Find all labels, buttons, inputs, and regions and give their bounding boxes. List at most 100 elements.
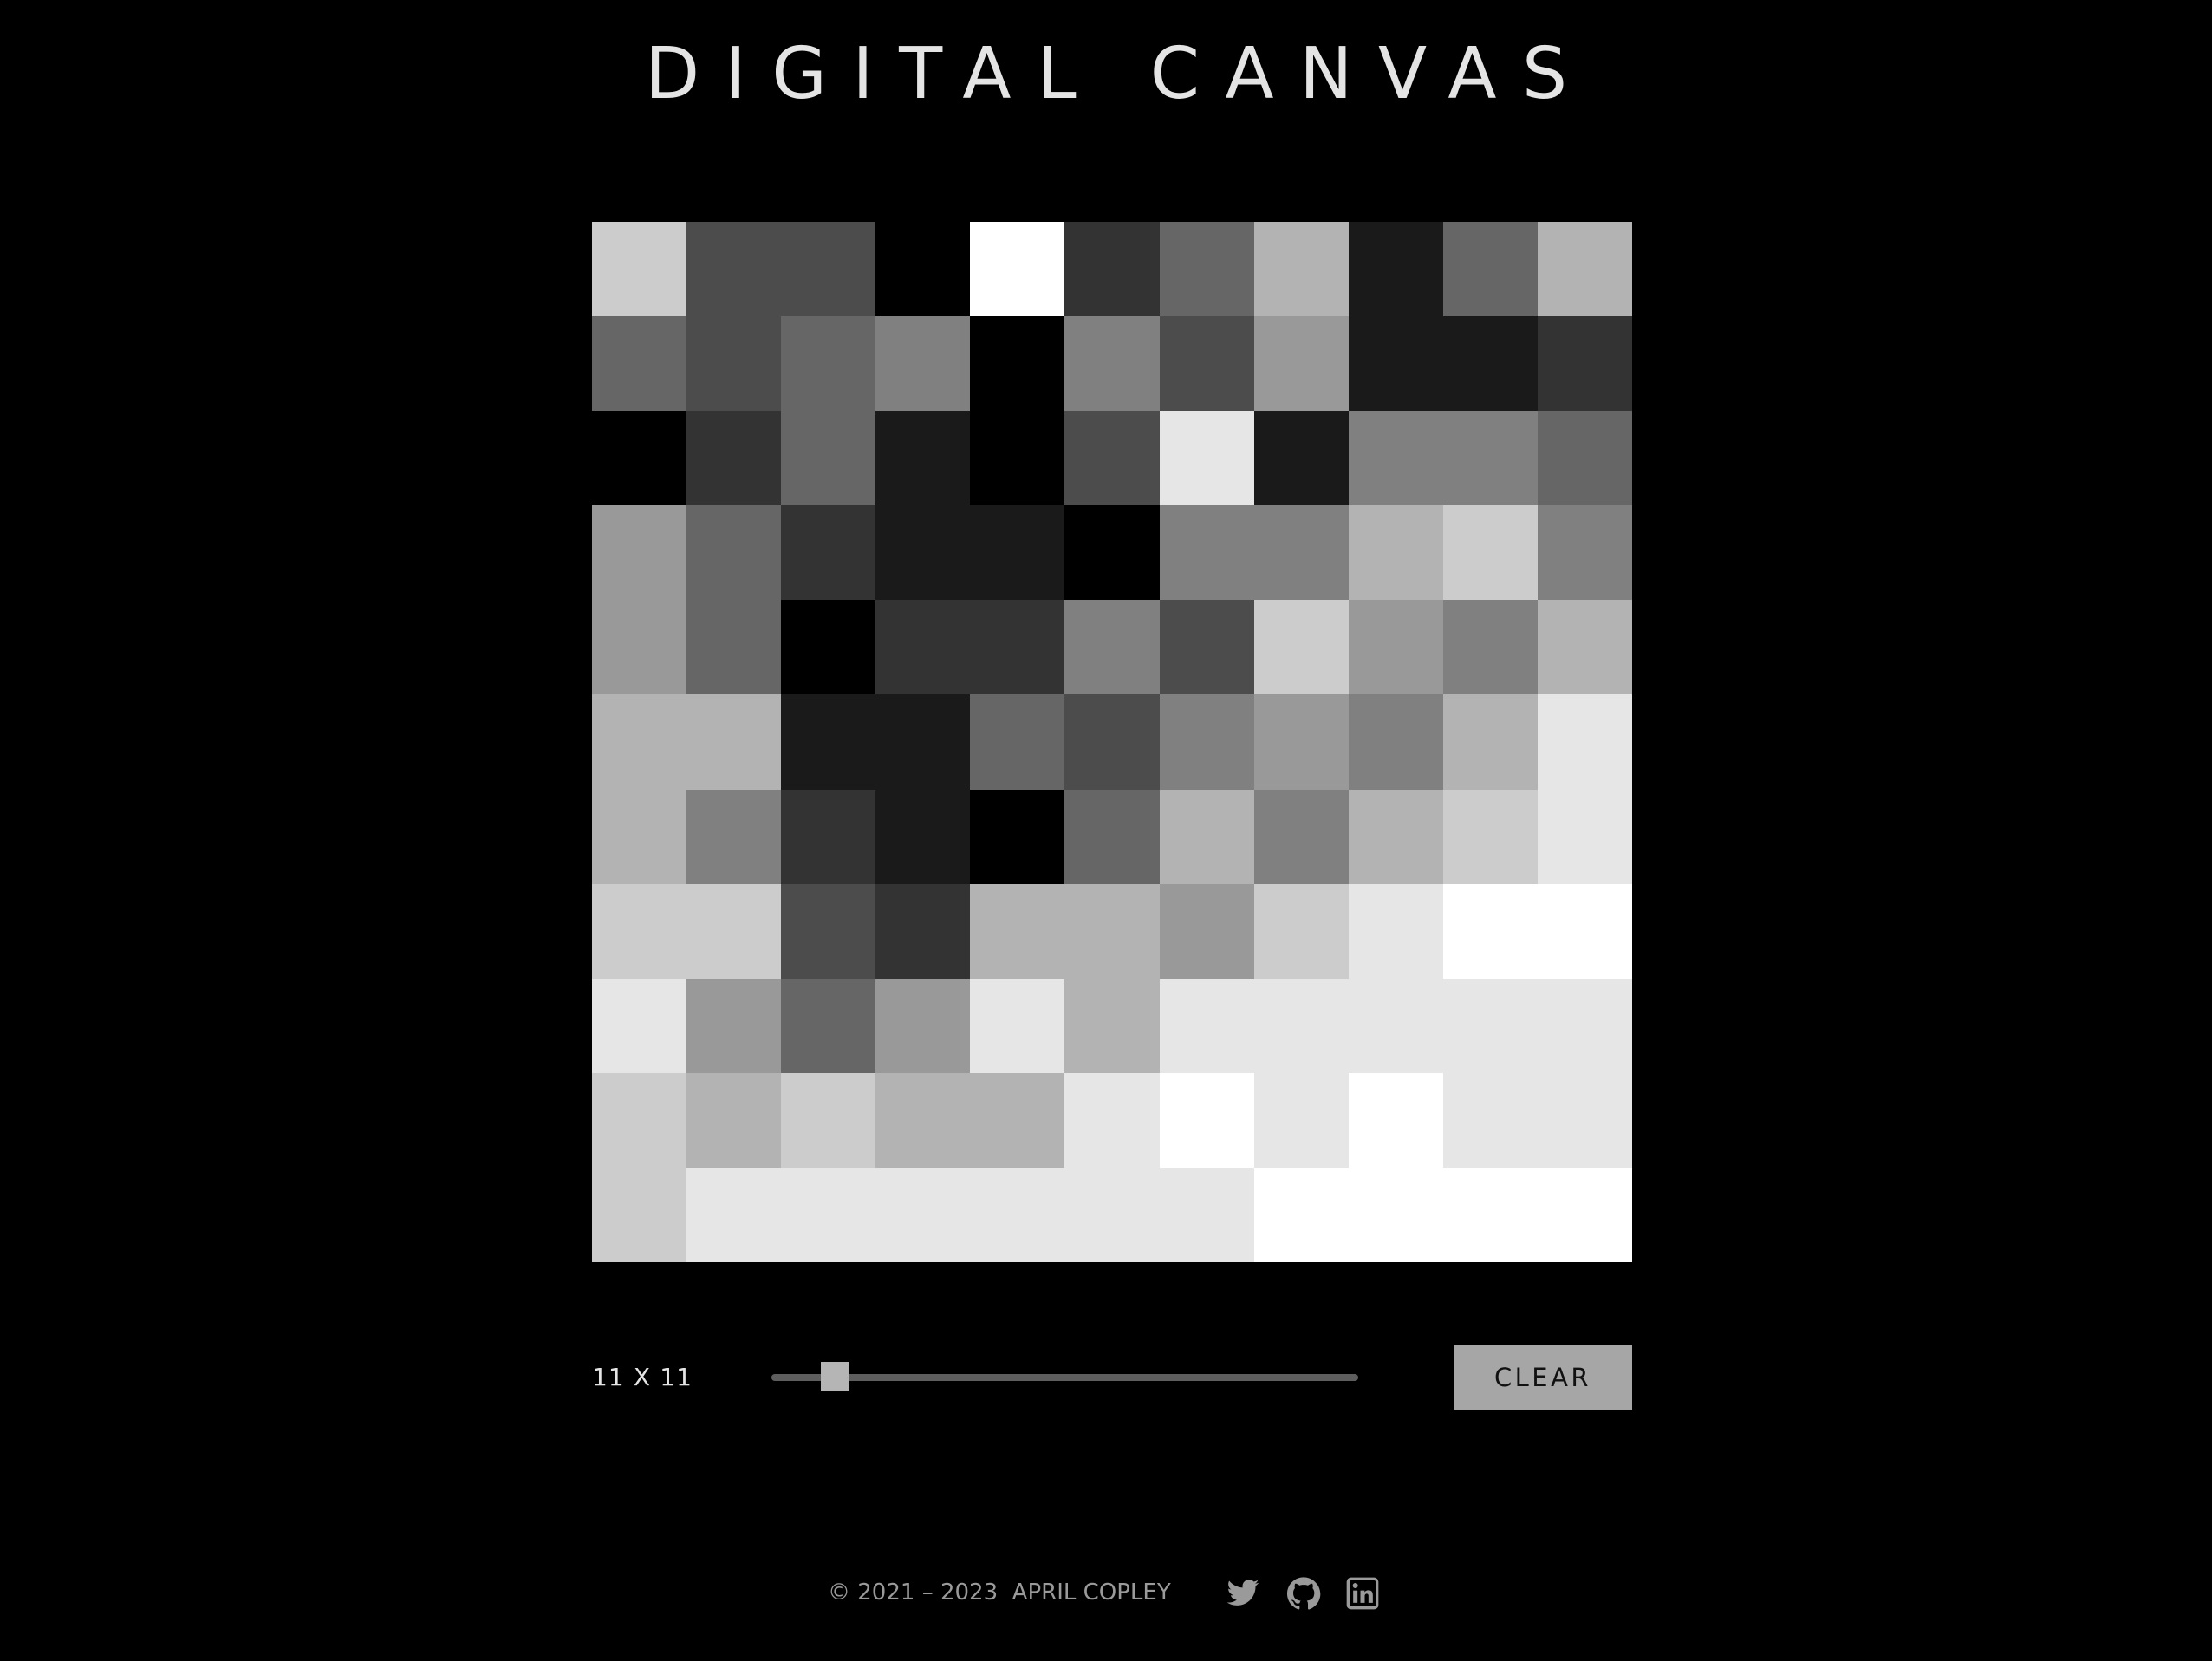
canvas-cell[interactable] (970, 789, 1065, 884)
canvas-cell[interactable] (781, 411, 876, 506)
canvas-cell[interactable] (781, 1167, 876, 1262)
canvas-cell[interactable] (592, 694, 687, 790)
canvas-cell[interactable] (1253, 694, 1349, 790)
canvas-cell[interactable] (1064, 505, 1160, 601)
canvas-cell[interactable] (1253, 222, 1349, 317)
canvas-cell[interactable] (970, 1072, 1065, 1168)
twitter-link[interactable] (1226, 1576, 1260, 1611)
canvas-cell[interactable] (1442, 978, 1538, 1073)
canvas-cell[interactable] (875, 222, 971, 317)
canvas-cell[interactable] (592, 222, 687, 317)
canvas-cell[interactable] (970, 600, 1065, 695)
canvas-cell[interactable] (686, 978, 782, 1073)
canvas-cell[interactable] (1442, 316, 1538, 412)
canvas-cell[interactable] (592, 505, 687, 601)
canvas-cell[interactable] (1348, 1167, 1443, 1262)
canvas-cell[interactable] (1348, 883, 1443, 979)
canvas-cell[interactable] (1442, 694, 1538, 790)
canvas-cell[interactable] (781, 978, 876, 1073)
canvas-cell[interactable] (1537, 1167, 1632, 1262)
canvas-cell[interactable] (970, 978, 1065, 1073)
canvas-cell[interactable] (592, 600, 687, 695)
canvas-cell[interactable] (686, 411, 782, 506)
canvas-cell[interactable] (970, 1167, 1065, 1262)
canvas-cell[interactable] (1253, 789, 1349, 884)
canvas-cell[interactable] (686, 600, 782, 695)
canvas-cell[interactable] (1253, 1072, 1349, 1168)
canvas-cell[interactable] (1442, 505, 1538, 601)
canvas-cell[interactable] (970, 316, 1065, 412)
canvas-cell[interactable] (1348, 316, 1443, 412)
canvas-cell[interactable] (1159, 505, 1254, 601)
canvas-cell[interactable] (781, 222, 876, 317)
canvas-cell[interactable] (875, 1167, 971, 1262)
canvas-cell[interactable] (1537, 411, 1632, 506)
canvas-cell[interactable] (875, 978, 971, 1073)
canvas-cell[interactable] (1442, 1167, 1538, 1262)
canvas-cell[interactable] (1537, 694, 1632, 790)
canvas-cell[interactable] (970, 883, 1065, 979)
canvas-cell[interactable] (1253, 505, 1349, 601)
canvas-cell[interactable] (1064, 978, 1160, 1073)
drawing-canvas[interactable] (592, 222, 1632, 1262)
canvas-cell[interactable] (592, 411, 687, 506)
canvas-cell[interactable] (1253, 411, 1349, 506)
canvas-cell[interactable] (592, 789, 687, 884)
canvas-cell[interactable] (1348, 978, 1443, 1073)
canvas-cell[interactable] (1064, 600, 1160, 695)
canvas-cell[interactable] (781, 789, 876, 884)
canvas-cell[interactable] (781, 505, 876, 601)
canvas-cell[interactable] (1253, 600, 1349, 695)
canvas-cell[interactable] (1442, 883, 1538, 979)
grid-size-slider[interactable] (771, 1360, 1358, 1395)
canvas-cell[interactable] (1064, 1072, 1160, 1168)
canvas-cell[interactable] (1253, 316, 1349, 412)
canvas-cell[interactable] (1159, 694, 1254, 790)
slider-thumb[interactable] (821, 1362, 849, 1391)
canvas-cell[interactable] (1159, 316, 1254, 412)
canvas-cell[interactable] (875, 1072, 971, 1168)
canvas-cell[interactable] (970, 505, 1065, 601)
canvas-cell[interactable] (1348, 411, 1443, 506)
canvas-cell[interactable] (1064, 1167, 1160, 1262)
canvas-cell[interactable] (1348, 789, 1443, 884)
canvas-cell[interactable] (1442, 789, 1538, 884)
canvas-cell[interactable] (875, 600, 971, 695)
canvas-cell[interactable] (1442, 600, 1538, 695)
canvas-cell[interactable] (1442, 1072, 1538, 1168)
canvas-cell[interactable] (1064, 222, 1160, 317)
canvas-cell[interactable] (781, 316, 876, 412)
canvas-cell[interactable] (781, 1072, 876, 1168)
github-link[interactable] (1286, 1576, 1321, 1611)
linkedin-link[interactable] (1345, 1576, 1380, 1611)
canvas-cell[interactable] (686, 883, 782, 979)
canvas-cell[interactable] (1348, 1072, 1443, 1168)
canvas-cell[interactable] (781, 694, 876, 790)
canvas-cell[interactable] (592, 1072, 687, 1168)
canvas-cell[interactable] (1537, 978, 1632, 1073)
canvas-cell[interactable] (875, 316, 971, 412)
canvas-cell[interactable] (875, 694, 971, 790)
canvas-cell[interactable] (875, 505, 971, 601)
canvas-cell[interactable] (686, 789, 782, 884)
canvas-cell[interactable] (1348, 222, 1443, 317)
canvas-cell[interactable] (781, 600, 876, 695)
canvas-cell[interactable] (875, 411, 971, 506)
canvas-cell[interactable] (1537, 316, 1632, 412)
canvas-cell[interactable] (1159, 1072, 1254, 1168)
canvas-cell[interactable] (970, 222, 1065, 317)
canvas-cell[interactable] (1159, 222, 1254, 317)
canvas-cell[interactable] (1064, 883, 1160, 979)
canvas-cell[interactable] (1064, 411, 1160, 506)
canvas-cell[interactable] (970, 694, 1065, 790)
clear-button[interactable]: CLEAR (1454, 1345, 1632, 1410)
canvas-cell[interactable] (1253, 978, 1349, 1073)
canvas-cell[interactable] (781, 883, 876, 979)
canvas-cell[interactable] (1537, 789, 1632, 884)
canvas-cell[interactable] (970, 411, 1065, 506)
canvas-cell[interactable] (1159, 978, 1254, 1073)
canvas-cell[interactable] (592, 316, 687, 412)
canvas-cell[interactable] (686, 694, 782, 790)
canvas-cell[interactable] (686, 1167, 782, 1262)
slider-track[interactable] (771, 1374, 1358, 1381)
